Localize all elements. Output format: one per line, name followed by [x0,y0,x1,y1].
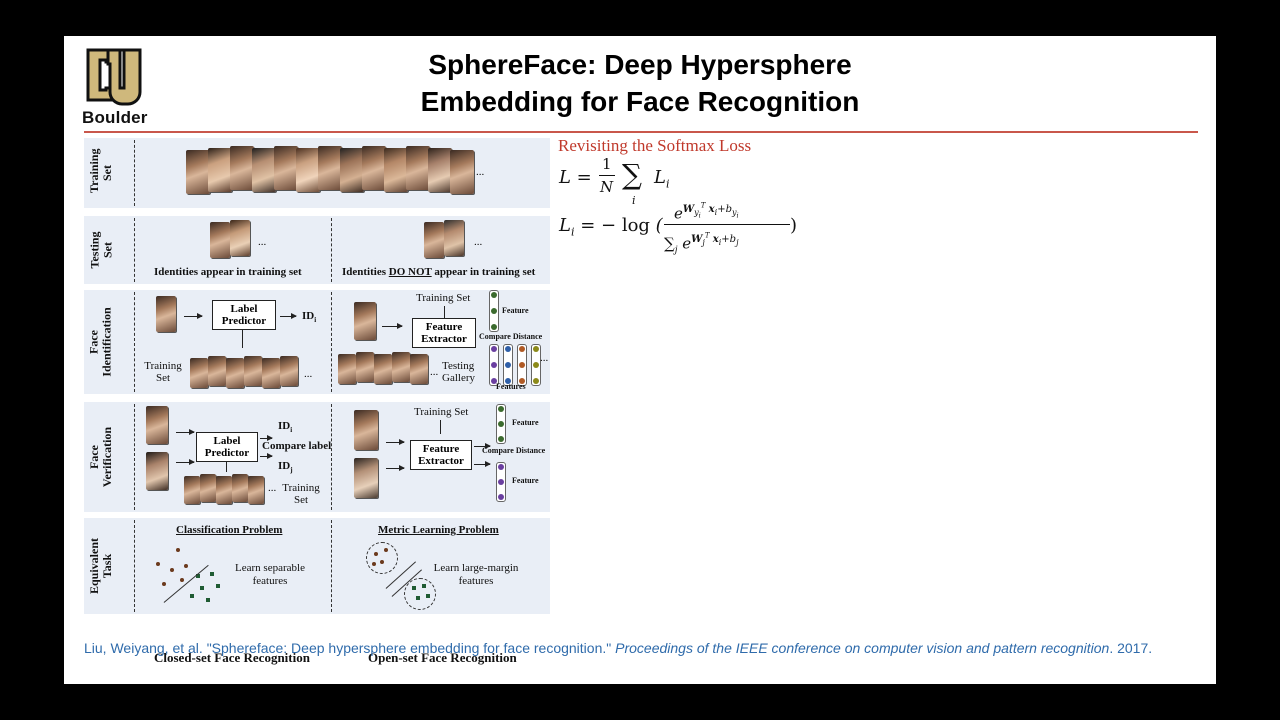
id-label-predictor-box: Label Predictor [212,300,276,330]
ver-id-j: IDj [278,460,293,475]
slide: Boulder SphereFace: Deep Hypersphere Emb… [64,36,1216,684]
id-feature-vector [489,290,499,332]
title-divider [84,131,1198,133]
testing-ellipsis-open: ... [474,236,483,248]
ver-label-predictor-box: Label Predictor [196,432,258,462]
id-ellipsis-closed: ... [304,368,313,380]
title-line-2: Embedding for Face Recognition [420,86,860,117]
ver-ellipsis: ... [268,482,277,494]
classification-problem: Classification Problem [176,524,283,536]
row-label-identification: Face Identification [87,307,114,377]
row-face-identification: Face Identification Label Predictor IDi … [84,290,550,394]
row-label-equivalent: Equivalent Task [87,537,115,595]
learn-large-margin: Learn large-margin features [433,562,519,587]
ver-compare-distance: Compare Distance [482,446,546,455]
title-line-1: SphereFace: Deep Hypersphere [428,49,852,80]
slide-title: SphereFace: Deep Hypersphere Embedding f… [314,46,966,120]
ver-compare-label: Compare label [262,440,332,452]
row-face-verification: Face Verification Label Predictor IDi ID… [84,402,550,512]
id-features-label: Features [496,382,526,391]
testing-ellipsis-closed: ... [258,236,267,248]
row-equivalent-task: Equivalent Task Classification Problem L… [84,518,550,614]
id-output-label: IDi [302,310,317,325]
ver-feature-label-2: Feature [512,476,539,485]
id-feature-ellipsis: ... [540,352,549,364]
closed-testing-note: Identities appear in training set [154,266,302,278]
id-ellipsis-open: ... [430,366,439,378]
row-label-training: Training Set [87,148,114,193]
ver-training-set: Training Set [282,482,320,506]
citation: Liu, Weiyang, et al. "Sphereface: Deep h… [84,640,1153,656]
id-compare-distance: Compare Distance [479,332,543,341]
sphereface-figure: Training Set ... Testing Set ... Identit… [84,138,552,665]
id-training-set-label: Training Set [144,360,182,384]
id-feature-extractor-box: Feature Extractor [412,318,476,348]
metric-learning-problem: Metric Learning Problem [378,524,499,536]
id-testing-gallery: Testing Gallery [442,360,475,384]
learn-separable: Learn separable features [235,562,305,587]
open-testing-note: Identities DO NOT appear in training set [342,266,536,278]
university-logo: Boulder [82,44,152,127]
id-feature-label: Feature [502,306,529,315]
logo-text: Boulder [82,108,148,127]
cu-logo-icon [86,48,142,106]
ver-feature-extractor-box: Feature Extractor [410,440,472,470]
row-testing-set: Testing Set ... Identities appear in tra… [84,216,550,284]
training-ellipsis: ... [476,166,485,178]
ver-id-i: IDi [278,420,293,435]
row-label-testing: Testing Set [87,231,114,269]
section-title: Revisiting the Softmax Loss [558,136,752,155]
row-training-set: Training Set ... [84,138,550,208]
ver-feature-label-1: Feature [512,418,539,427]
row-label-verification: Face Verification [87,426,114,488]
ver-open-training-set: Training Set [414,406,469,418]
id-open-training-set: Training Set [416,292,471,304]
